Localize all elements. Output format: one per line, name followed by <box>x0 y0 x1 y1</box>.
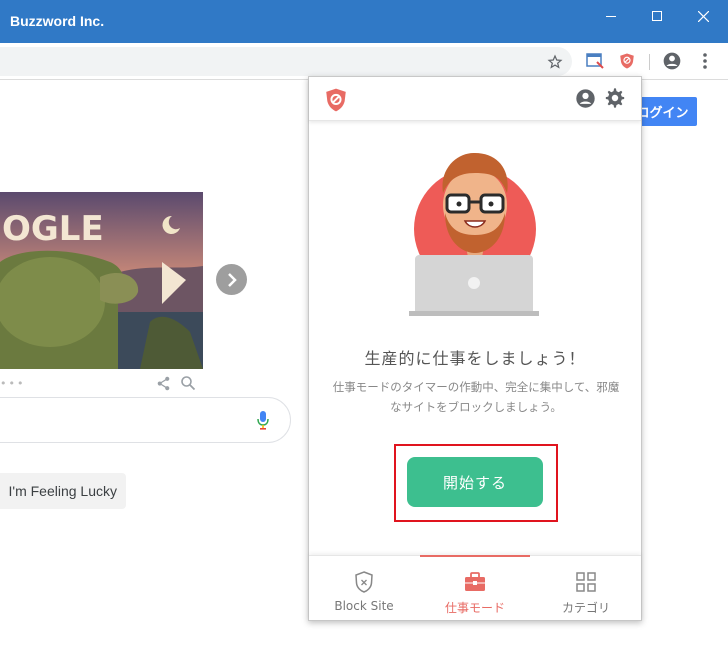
maximize-button[interactable] <box>634 0 680 32</box>
popup-tab-bar: Block Site 仕事モード カテゴリ <box>309 555 641 620</box>
search-icon[interactable] <box>180 375 196 391</box>
chevron-right-icon <box>227 272 237 287</box>
share-icon[interactable] <box>156 376 171 391</box>
active-tab-indicator <box>420 555 530 557</box>
block-site-extension-icon <box>620 53 634 69</box>
popup-heading: 生産的に仕事をしましょう！ <box>364 349 586 368</box>
menu-button[interactable] <box>695 51 715 71</box>
tab-block-site[interactable]: Block Site <box>309 556 419 621</box>
briefcase-icon <box>465 572 485 591</box>
tab-label: カテゴリ <box>561 601 610 615</box>
tab-label: 仕事モード <box>444 601 505 615</box>
tab-work-mode[interactable]: 仕事モード <box>420 555 530 621</box>
grid-icon <box>576 572 596 592</box>
account-button[interactable] <box>662 51 682 71</box>
shield-x-icon <box>355 571 373 593</box>
window-title: Buzzword Inc. <box>10 13 105 29</box>
address-bar[interactable] <box>0 47 572 76</box>
maximize-icon <box>652 11 662 21</box>
block-site-popup: 生産的に仕事をしましょう！ 仕事モードのタイマーの作動中、完全に集中して、邪魔な… <box>308 76 642 621</box>
dots-icon: ••• <box>0 377 26 390</box>
browser-toolbar <box>0 43 728 80</box>
popup-header <box>309 77 641 121</box>
star-icon[interactable] <box>547 54 563 70</box>
extension-button[interactable] <box>585 51 605 71</box>
close-icon <box>697 10 709 22</box>
doodle-actions: ••• <box>0 374 203 394</box>
feeling-lucky-button[interactable]: I'm Feeling Lucky <box>0 473 126 509</box>
tab-label: Block Site <box>334 599 394 613</box>
search-input[interactable] <box>0 397 291 443</box>
start-button[interactable]: 開始する <box>407 457 543 507</box>
tab-category[interactable]: カテゴリ <box>531 556 641 621</box>
settings-gear-icon[interactable] <box>604 87 626 109</box>
microphone-icon[interactable] <box>257 411 269 430</box>
minimize-button[interactable] <box>588 0 634 32</box>
block-site-extension-button[interactable] <box>617 51 637 71</box>
menu-icon <box>703 53 707 69</box>
title-bar: Buzzword Inc. <box>0 0 728 43</box>
account-icon <box>663 52 681 70</box>
popup-description: 仕事モードのタイマーの作動中、完全に集中して、邪魔なサイトをブロックしましょう。 <box>332 380 620 414</box>
block-site-logo-icon <box>326 88 346 112</box>
doodle-text: OGLE <box>2 209 104 249</box>
minimize-icon <box>606 15 616 17</box>
account-icon[interactable] <box>575 88 596 109</box>
extension-icon <box>586 53 604 69</box>
worker-illustration <box>409 152 539 316</box>
google-doodle[interactable]: OGLE <box>0 192 203 369</box>
close-button[interactable] <box>680 0 726 32</box>
doodle-next-button[interactable] <box>216 264 247 295</box>
